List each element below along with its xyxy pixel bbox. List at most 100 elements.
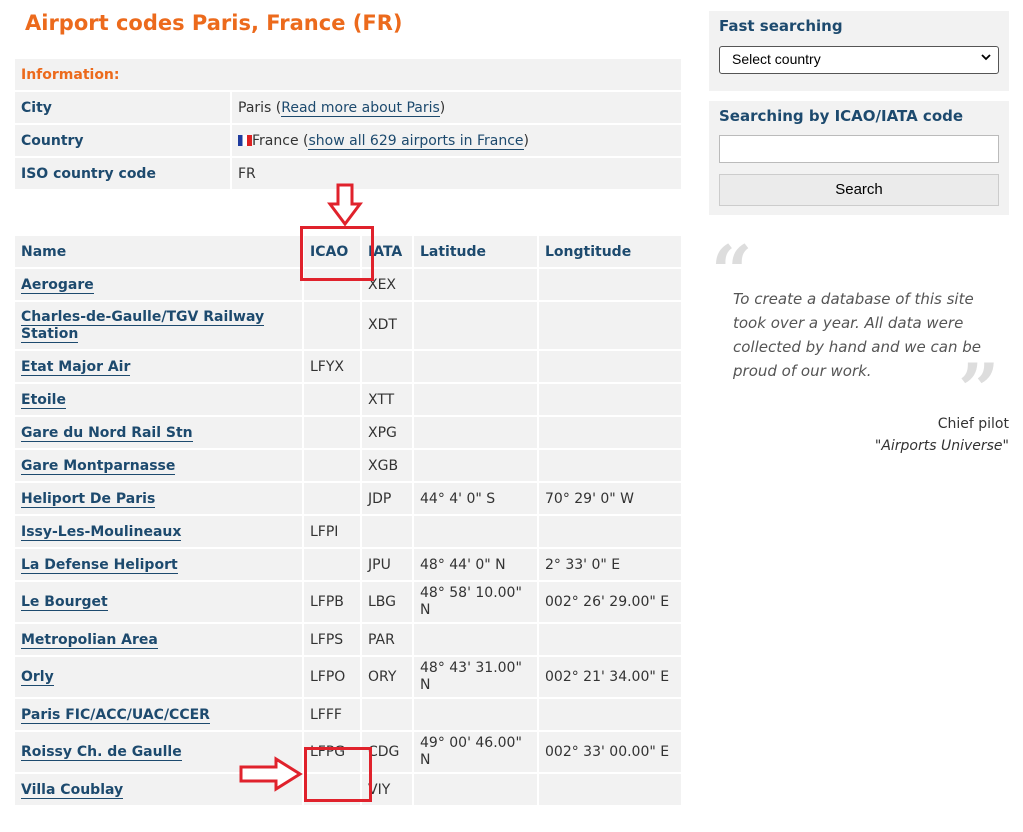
lfpg-cell-highlight <box>304 747 372 802</box>
icao-cell: LFPO <box>304 657 360 697</box>
airport-name-link[interactable]: Etoile <box>21 391 66 409</box>
latitude-cell <box>414 302 537 349</box>
latitude-cell <box>414 774 537 805</box>
iata-cell: XDT <box>362 302 412 349</box>
airport-name-cell: Heliport De Paris <box>15 483 302 514</box>
code-search-title: Searching by ICAO/IATA code <box>719 107 964 125</box>
airport-name-cell: La Defense Heliport <box>15 549 302 580</box>
airport-name-link[interactable]: La Defense Heliport <box>21 556 178 574</box>
icao-cell <box>304 549 360 580</box>
latitude-cell: 48° 43' 31.00" N <box>414 657 537 697</box>
chevron-down-icon <box>980 50 992 66</box>
iata-cell: XTT <box>362 384 412 415</box>
country-cell: France (show all 629 airports in France) <box>232 125 681 156</box>
longitude-cell <box>539 516 681 547</box>
airport-name-link[interactable]: Heliport De Paris <box>21 490 156 508</box>
iata-cell <box>362 516 412 547</box>
table-row: Etat Major Air LFYX <box>15 351 681 382</box>
table-row: Etoile XTT <box>15 384 681 415</box>
iso-value: FR <box>232 158 681 189</box>
column-header-longitude: Longtitude <box>539 236 681 267</box>
column-header-latitude: Latitude <box>414 236 537 267</box>
show-all-airports-link[interactable]: show all 629 airports in France <box>308 132 524 150</box>
city-label: City <box>15 92 230 123</box>
airport-name-link[interactable]: Le Bourget <box>21 593 108 611</box>
latitude-cell <box>414 269 537 300</box>
country-select-value: Select country <box>732 51 821 67</box>
country-select[interactable]: Select country <box>719 46 999 74</box>
icao-header-highlight <box>300 226 374 281</box>
airport-name-link[interactable]: Gare du Nord Rail Stn <box>21 424 193 442</box>
airport-name-link[interactable]: Etat Major Air <box>21 358 131 376</box>
icao-cell <box>304 450 360 481</box>
country-value: France <box>252 132 299 149</box>
iata-cell: LBG <box>362 582 412 622</box>
page-title: Airport codes Paris, France (FR) <box>25 11 403 35</box>
icao-cell: LFPB <box>304 582 360 622</box>
icao-cell: LFYX <box>304 351 360 382</box>
latitude-cell <box>414 384 537 415</box>
iso-label: ISO country code <box>15 158 230 189</box>
latitude-cell: 48° 44' 0" N <box>414 549 537 580</box>
latitude-cell <box>414 699 537 730</box>
airports-table: Name ICAO IATA Latitude Longtitude Aerog… <box>13 234 683 807</box>
airport-name-cell: Issy-Les-Moulineaux <box>15 516 302 547</box>
table-row: Le Bourget LFPB LBG 48° 58' 10.00" N 002° 26… <box>15 582 681 622</box>
icao-cell <box>304 302 360 349</box>
icao-cell <box>304 417 360 448</box>
longitude-cell <box>539 624 681 655</box>
latitude-cell: 49° 00' 46.00" N <box>414 732 537 772</box>
country-label: Country <box>15 125 230 156</box>
code-search-panel: Searching by ICAO/IATA code Search <box>709 101 1009 215</box>
longitude-cell: 002° 33' 00.00" E <box>539 732 681 772</box>
airport-name-cell: Charles-de-Gaulle/TGV Railway Station <box>15 302 302 349</box>
airport-name-cell: Metropolian Area <box>15 624 302 655</box>
longitude-cell <box>539 699 681 730</box>
table-row: Gare du Nord Rail Stn XPG <box>15 417 681 448</box>
airport-name-cell: Etoile <box>15 384 302 415</box>
airport-name-link[interactable]: Charles-de-Gaulle/TGV Railway Station <box>21 308 265 343</box>
table-row: Paris FIC/ACC/UAC/CCER LFFF <box>15 699 681 730</box>
table-row: Gare Montparnasse XGB <box>15 450 681 481</box>
longitude-cell <box>539 774 681 805</box>
iata-cell: ORY <box>362 657 412 697</box>
airport-name-link[interactable]: Paris FIC/ACC/UAC/CCER <box>21 706 210 724</box>
airport-name-link[interactable]: Villa Coublay <box>21 781 124 799</box>
airport-name-cell: Le Bourget <box>15 582 302 622</box>
icao-cell: LFPI <box>304 516 360 547</box>
airport-name-link[interactable]: Roissy Ch. de Gaulle <box>21 743 182 761</box>
longitude-cell: 2° 33' 0" E <box>539 549 681 580</box>
iata-cell: XGB <box>362 450 412 481</box>
latitude-cell <box>414 417 537 448</box>
latitude-cell <box>414 450 537 481</box>
longitude-cell <box>539 417 681 448</box>
airport-name-cell: Etat Major Air <box>15 351 302 382</box>
icao-cell <box>304 483 360 514</box>
airport-name-link[interactable]: Issy-Les-Moulineaux <box>21 523 182 541</box>
longitude-cell: 002° 21' 34.00" E <box>539 657 681 697</box>
longitude-cell: 002° 26' 29.00" E <box>539 582 681 622</box>
latitude-cell: 48° 58' 10.00" N <box>414 582 537 622</box>
airports-table-body: Aerogare XEX Charles-de-Gaulle/TGV Railway… <box>15 269 681 805</box>
airport-name-link[interactable]: Orly <box>21 668 54 686</box>
fast-search-panel: Fast searching Select country <box>709 11 1009 91</box>
iata-cell <box>362 699 412 730</box>
information-table: Information: City Paris (Read more about… <box>13 57 683 191</box>
longitude-cell <box>539 384 681 415</box>
table-row: Orly LFPO ORY 48° 43' 31.00" N 002° 21' 34.0… <box>15 657 681 697</box>
quote-organization: "Airports Universe" <box>874 438 1009 454</box>
airport-name-cell: Orly <box>15 657 302 697</box>
read-more-paris-link[interactable]: Read more about Paris <box>281 99 440 117</box>
search-button[interactable]: Search <box>719 174 999 206</box>
longitude-cell <box>539 351 681 382</box>
code-search-input[interactable] <box>719 135 999 163</box>
airport-name-link[interactable]: Metropolian Area <box>21 631 158 649</box>
airport-name-link[interactable]: Gare Montparnasse <box>21 457 176 475</box>
column-header-name: Name <box>15 236 302 267</box>
city-cell: Paris (Read more about Paris) <box>232 92 681 123</box>
iata-cell <box>362 351 412 382</box>
airport-name-link[interactable]: Aerogare <box>21 276 94 294</box>
airport-name-cell: Aerogare <box>15 269 302 300</box>
iata-cell: JDP <box>362 483 412 514</box>
iata-cell: XPG <box>362 417 412 448</box>
